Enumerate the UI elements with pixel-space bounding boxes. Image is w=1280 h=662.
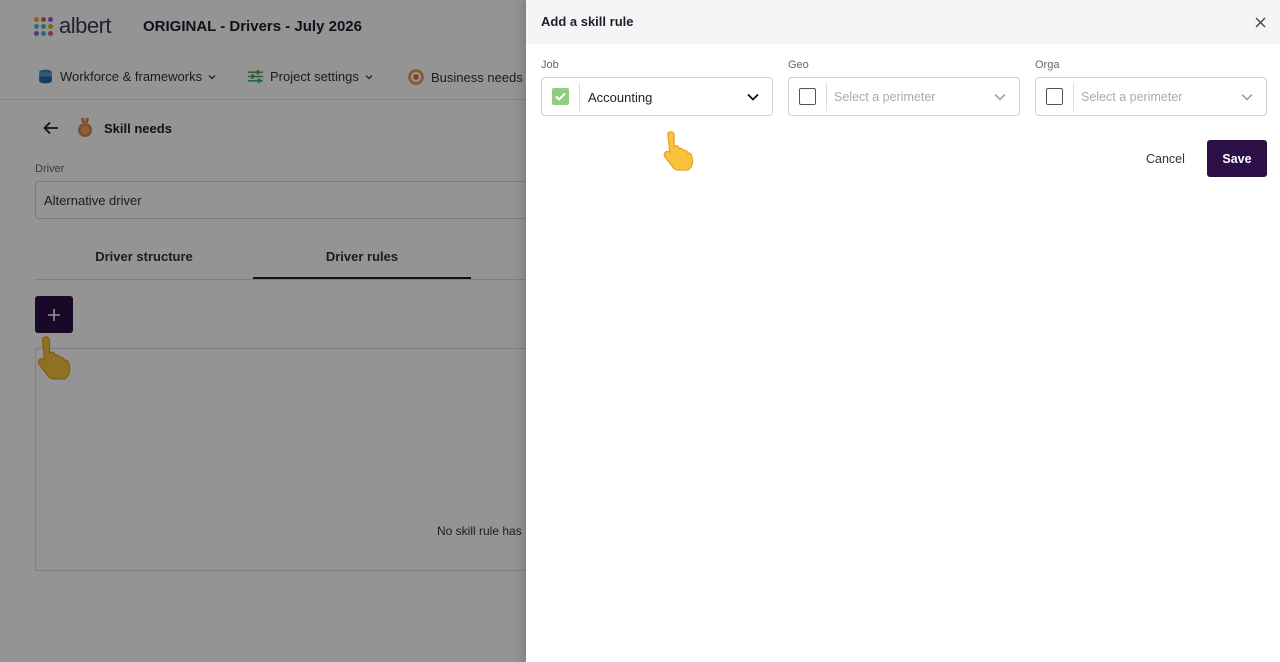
- pointer-hand-icon: [663, 131, 694, 171]
- job-label: Job: [541, 59, 559, 71]
- cancel-button[interactable]: Cancel: [1134, 140, 1197, 177]
- chevron-down-icon[interactable]: [993, 91, 1007, 103]
- select-separator: [1073, 83, 1074, 111]
- geo-field: Geo Select a perimeter: [788, 59, 1020, 116]
- add-skill-rule-drawer: Add a skill rule Job Accounting Geo Sele…: [526, 0, 1280, 662]
- drawer-title: Add a skill rule: [541, 14, 634, 29]
- geo-select[interactable]: Select a perimeter: [788, 77, 1020, 116]
- orga-field: Orga Select a perimeter: [1035, 59, 1267, 116]
- select-separator: [826, 83, 827, 111]
- chevron-down-icon[interactable]: [1240, 91, 1254, 103]
- job-field: Job Accounting: [541, 59, 773, 116]
- job-checkbox[interactable]: [552, 88, 569, 105]
- checkmark-icon: [555, 92, 566, 101]
- geo-select-placeholder: Select a perimeter: [834, 90, 936, 104]
- drawer-header: Add a skill rule: [526, 0, 1280, 44]
- chevron-down-icon[interactable]: [746, 91, 760, 103]
- orga-select[interactable]: Select a perimeter: [1035, 77, 1267, 116]
- close-icon: [1255, 17, 1265, 27]
- orga-label: Orga: [1035, 59, 1060, 71]
- orga-select-placeholder: Select a perimeter: [1081, 90, 1183, 104]
- job-select[interactable]: Accounting: [541, 77, 773, 116]
- geo-label: Geo: [788, 59, 809, 71]
- geo-checkbox[interactable]: [799, 88, 816, 105]
- save-button[interactable]: Save: [1207, 140, 1267, 177]
- job-select-value: Accounting: [588, 90, 653, 105]
- modal-backdrop[interactable]: [0, 0, 526, 662]
- select-separator: [579, 83, 580, 111]
- orga-checkbox[interactable]: [1046, 88, 1063, 105]
- close-button[interactable]: [1250, 12, 1270, 32]
